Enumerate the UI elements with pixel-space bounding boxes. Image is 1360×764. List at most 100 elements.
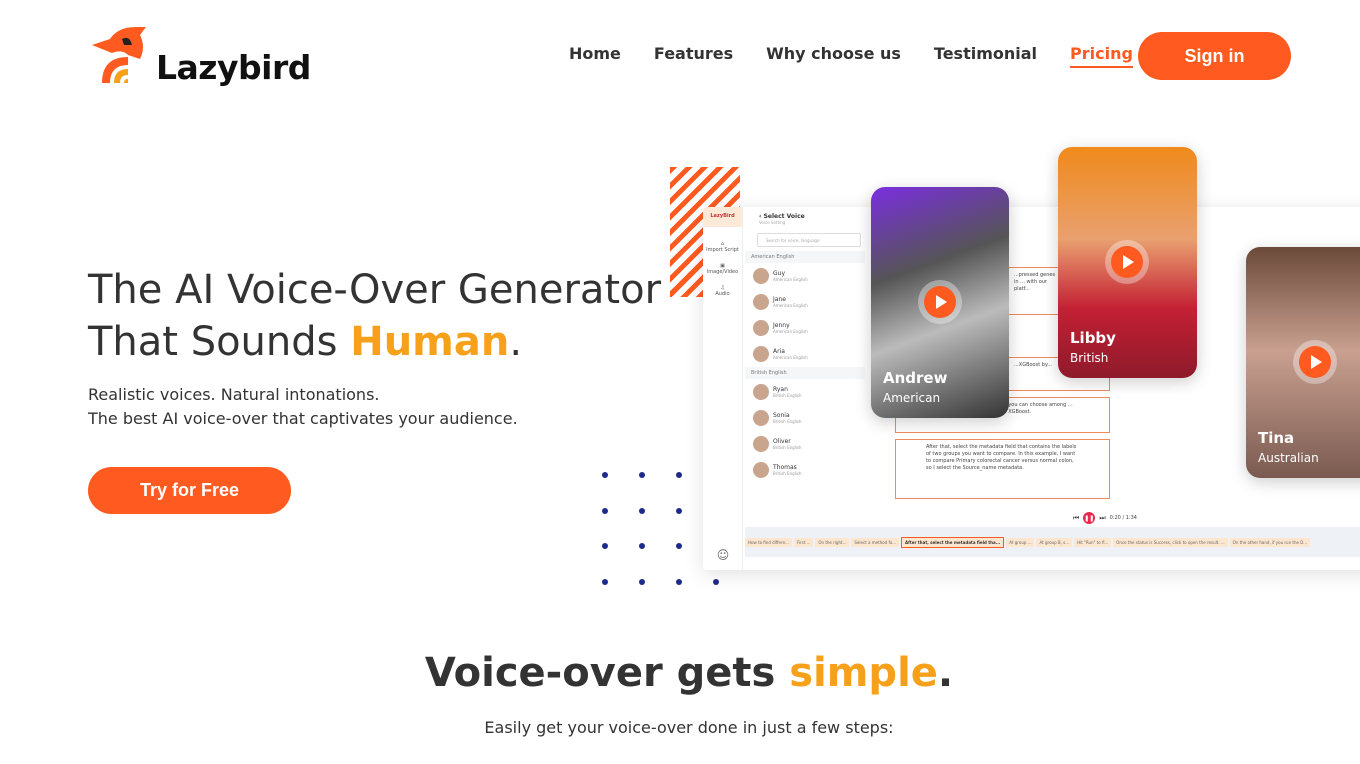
play-icon[interactable]: [1299, 346, 1331, 378]
voice-list-item[interactable]: Guy American English: [745, 263, 865, 289]
hero-title: The AI Voice-Over Generator That Sounds …: [88, 264, 661, 368]
timeline-segment[interactable]: How to find differe...: [745, 538, 792, 547]
user-icon: ☺: [716, 548, 730, 562]
voice-language: British English: [773, 419, 802, 424]
decorative-dot: [676, 579, 682, 585]
timeline-segment[interactable]: On the right...: [815, 538, 850, 547]
decorative-dot: [676, 543, 682, 549]
voice-name: Jane: [773, 296, 786, 303]
voice-name: Oliver: [773, 438, 791, 445]
decorative-dot: [602, 472, 608, 478]
skip-forward-icon[interactable]: ⏭: [1099, 514, 1105, 523]
voice-group-header: American English: [745, 251, 865, 263]
timeline-segment[interactable]: Hit "Run" to fi...: [1074, 538, 1112, 547]
skip-back-icon[interactable]: ⏮: [1073, 514, 1079, 523]
voice-card-andrew[interactable]: Andrew American: [871, 187, 1009, 418]
decorative-dot: [676, 472, 682, 478]
timeline-segment[interactable]: First ...: [793, 538, 814, 547]
mockup-sidebar: LazyBird ⌂ Import Script ▣ Image/Video ♫ Au…: [703, 207, 743, 570]
timeline-segment[interactable]: On the other hand, if you run the D...: [1229, 538, 1311, 547]
sign-in-button[interactable]: Sign in: [1138, 32, 1291, 80]
voice-name: Ryan: [773, 386, 788, 393]
hero-subtitle: Realistic voices. Natural intonations. T…: [88, 383, 518, 431]
timeline-segment[interactable]: Select a method fo...: [851, 538, 900, 547]
play-icon[interactable]: [924, 286, 956, 318]
voice-list-item[interactable]: Jane American English: [745, 289, 865, 315]
voice-list-item[interactable]: Aria American English: [745, 341, 865, 367]
voice-list-item[interactable]: Thomas British English: [745, 457, 865, 483]
voice-card-libby[interactable]: Libby British: [1058, 147, 1197, 378]
rail-audio: ♫ Audio: [715, 285, 730, 297]
decorative-dot: [602, 508, 608, 514]
voice-name: Sonia: [773, 412, 790, 419]
hero-title-line2: That Sounds: [88, 319, 351, 365]
voice-name: Thomas: [773, 464, 797, 471]
voice-avatar: [753, 436, 769, 452]
card-name: Tina: [1258, 429, 1295, 447]
hero-sub-line1: Realistic voices. Natural intonations.: [88, 385, 380, 404]
voice-search-input[interactable]: Search for voice, language: [757, 233, 861, 247]
player-controls: ⏮ ❚❚ ⏭ 0:20 / 1:34: [1073, 512, 1137, 524]
voice-language: American English: [773, 355, 808, 360]
decorative-dot: [639, 579, 645, 585]
timeline-segment[interactable]: After that, select the metadata field th…: [901, 537, 1005, 548]
decorative-dot: [602, 579, 608, 585]
voice-name: Jenny: [773, 322, 790, 329]
logo-text: Lazybird: [156, 47, 311, 87]
decorative-dot: [676, 508, 682, 514]
decorative-dot: [602, 543, 608, 549]
try-for-free-button[interactable]: Try for Free: [88, 467, 291, 514]
rail-import-script: ⌂ Import Script: [706, 241, 739, 253]
timeline-segment[interactable]: At group ...: [1006, 538, 1035, 547]
decorative-dot: [713, 579, 719, 585]
pause-button[interactable]: ❚❚: [1083, 512, 1096, 524]
voice-language: British English: [773, 393, 802, 398]
card-accent: Australian: [1258, 451, 1319, 465]
section-title-period: .: [937, 650, 954, 696]
timeline-segment[interactable]: At group B, s...: [1036, 538, 1073, 547]
voice-language: American English: [773, 329, 808, 334]
voice-list-item[interactable]: Sonia British English: [745, 405, 865, 431]
section-subtitle: Easily get your voice-over done in just …: [484, 718, 894, 737]
voice-language: British English: [773, 471, 802, 476]
script-line[interactable]: After that, select the metadata field th…: [895, 439, 1110, 499]
section-title: Voice-over gets simple.: [0, 650, 1360, 696]
main-nav: Home Features Why choose us Testimonial …: [569, 44, 1133, 68]
voice-card-tina[interactable]: Tina Australian: [1246, 247, 1360, 478]
nav-pricing[interactable]: Pricing: [1070, 44, 1133, 68]
timeline-segment[interactable]: Once the status is Success, click to ope…: [1113, 538, 1228, 547]
card-accent: British: [1070, 351, 1109, 365]
mockup-brand: LazyBird: [703, 207, 742, 227]
nav-home[interactable]: Home: [569, 44, 621, 68]
hero-title-line1: The AI Voice-Over Generator: [88, 267, 662, 313]
card-accent: American: [883, 391, 941, 405]
nav-why-choose-us[interactable]: Why choose us: [766, 44, 901, 68]
voice-language: American English: [773, 277, 808, 282]
voice-avatar: [753, 346, 769, 362]
play-icon[interactable]: [1111, 246, 1143, 278]
voice-name: Guy: [773, 270, 786, 277]
timeline[interactable]: How to find differe... First ... On the ri…: [745, 527, 1360, 557]
voice-list-item[interactable]: Oliver British English: [745, 431, 865, 457]
voice-avatar: [753, 320, 769, 336]
logo[interactable]: Lazybird: [88, 25, 311, 87]
voice-avatar: [753, 384, 769, 400]
voice-avatar: [753, 410, 769, 426]
nav-features[interactable]: Features: [654, 44, 733, 68]
player-time: 0:20 / 1:34: [1109, 515, 1137, 521]
voice-list-item[interactable]: Ryan British English: [745, 379, 865, 405]
voice-language: British English: [773, 445, 802, 450]
hero-title-highlight: Human: [350, 319, 510, 365]
nav-testimonial[interactable]: Testimonial: [934, 44, 1037, 68]
card-name: Andrew: [883, 369, 948, 387]
voice-group-header: British English: [745, 367, 865, 379]
section-title-text: Voice-over gets: [424, 650, 790, 696]
voice-list-item[interactable]: Jenny American English: [745, 315, 865, 341]
panel-title: ‹ Select Voice: [759, 213, 805, 220]
rail-image-video: ▣ Image/Video: [706, 263, 739, 275]
section-title-highlight: simple: [789, 650, 938, 696]
decorative-dot: [639, 472, 645, 478]
voice-avatar: [753, 462, 769, 478]
voice-avatar: [753, 268, 769, 284]
voice-list: ‹ Select Voice Voice Setting Search for …: [745, 207, 865, 507]
